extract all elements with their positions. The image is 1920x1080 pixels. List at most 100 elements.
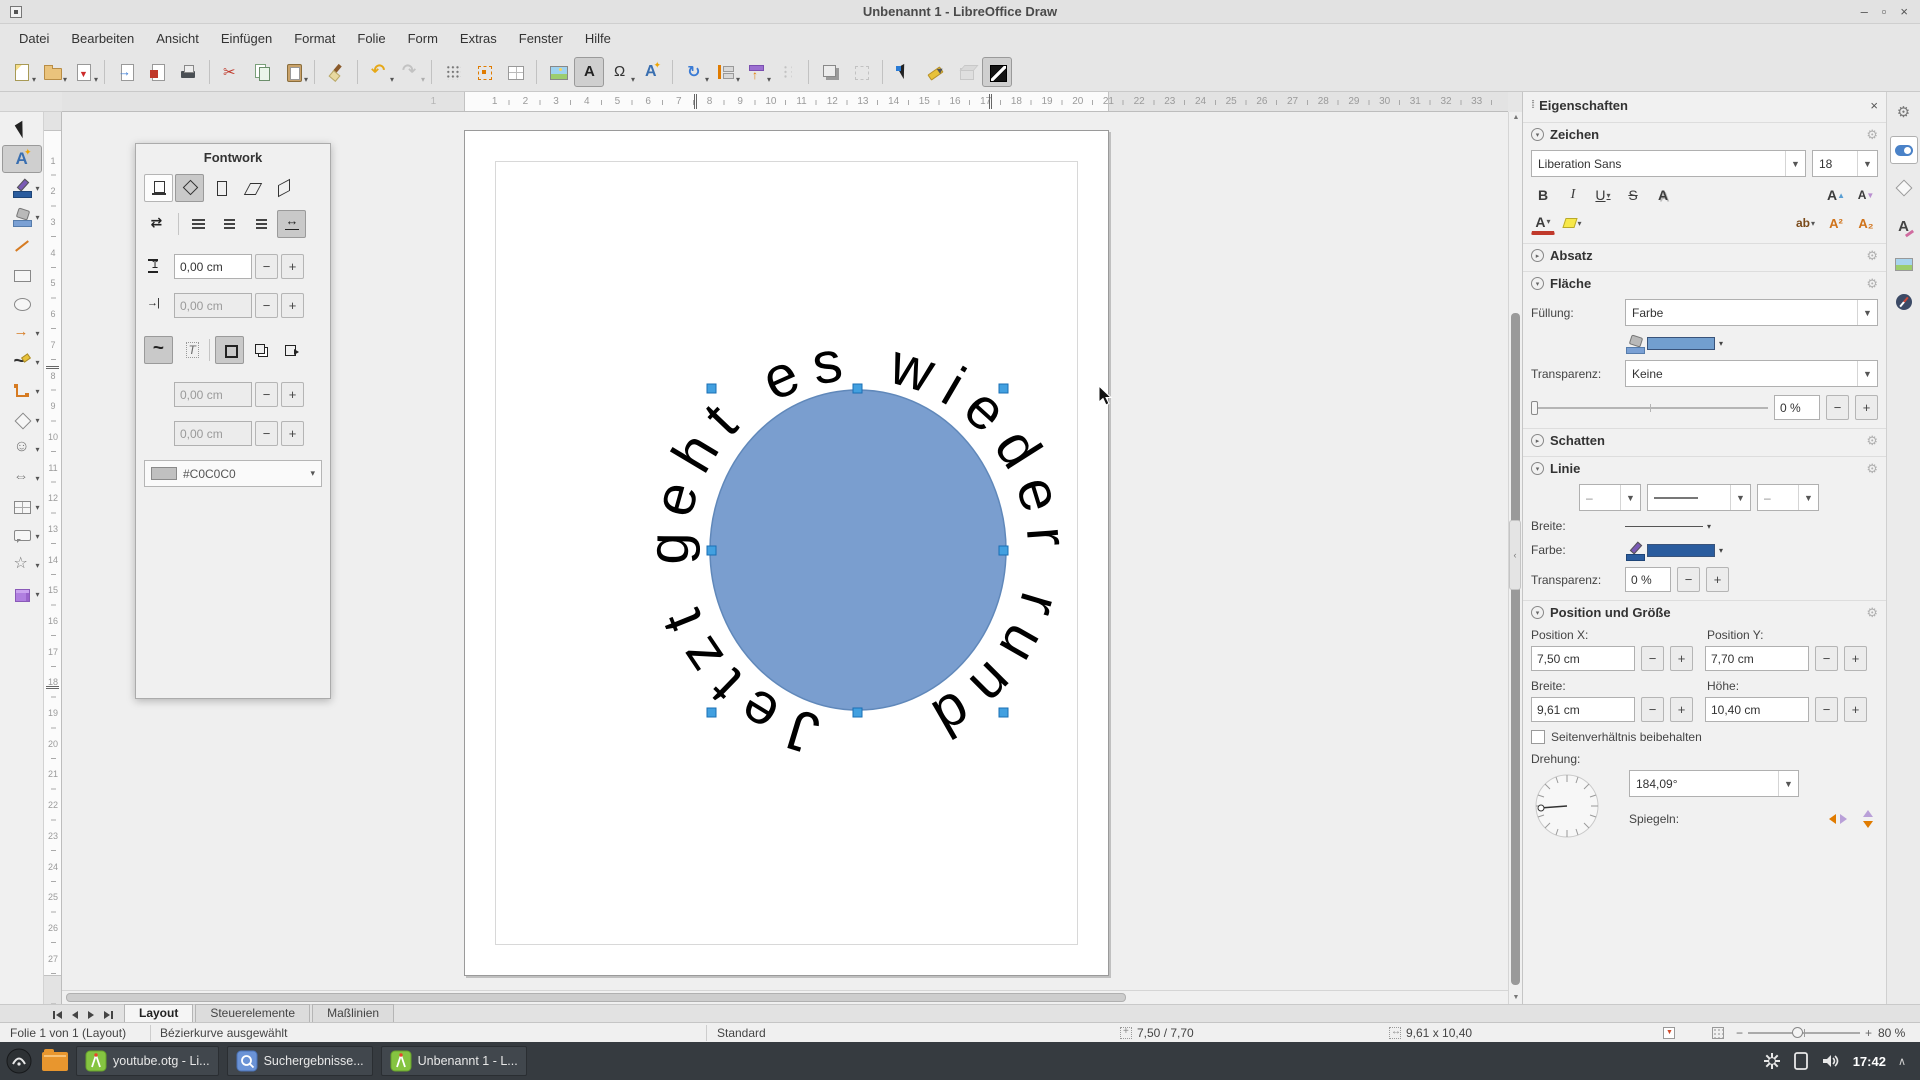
strikethrough-button[interactable]: S	[1621, 183, 1645, 207]
arrow-start-select[interactable]: –▼	[1579, 484, 1641, 511]
position-x-decrease-button[interactable]: −	[1641, 646, 1664, 671]
section-zeichen[interactable]: ▾ Zeichen ⚙	[1523, 122, 1886, 146]
distance-decrease-button[interactable]: −	[255, 254, 278, 279]
collapse-icon[interactable]: ▾	[1531, 606, 1544, 619]
dropdown-arrow-icon[interactable]: ▾	[631, 75, 635, 84]
fontwork-align-center-button[interactable]	[215, 210, 244, 238]
section-linie[interactable]: ▾ Linie ⚙	[1523, 456, 1886, 480]
menu-item[interactable]: Bearbeiten	[60, 27, 145, 50]
open-button[interactable]: ▾	[37, 57, 67, 87]
superscript-button[interactable]: A²	[1824, 211, 1848, 235]
arrow-end-select[interactable]: –▼	[1757, 484, 1819, 511]
gear-icon[interactable]: ⚙	[1866, 433, 1878, 449]
dropdown-arrow-icon[interactable]: ▾	[35, 387, 39, 396]
menu-item[interactable]: Einfügen	[210, 27, 283, 50]
chevron-down-icon[interactable]: ▼	[1730, 485, 1750, 510]
undo-button[interactable]: ▾	[364, 57, 394, 87]
chevron-down-icon[interactable]: ▼	[1857, 300, 1877, 325]
minimize-button[interactable]: –	[1861, 0, 1868, 24]
section-absatz[interactable]: ▸ Absatz ⚙	[1523, 243, 1886, 267]
menu-item[interactable]: Datei	[8, 27, 60, 50]
menu-item[interactable]: Hilfe	[574, 27, 622, 50]
sidebar-tab-navigator[interactable]	[1890, 288, 1918, 316]
menu-item[interactable]: Format	[283, 27, 346, 50]
dropdown-arrow-icon[interactable]: ▾	[767, 75, 771, 84]
dropdown-arrow-icon[interactable]: ▾	[736, 75, 740, 84]
fontwork-slant-shadow-button[interactable]	[277, 336, 306, 364]
height-decrease-button[interactable]: −	[1815, 697, 1838, 722]
position-x-increase-button[interactable]: +	[1670, 646, 1693, 671]
dropdown-arrow-icon[interactable]: ▾	[35, 329, 39, 338]
grow-font-button[interactable]: A▲	[1824, 183, 1848, 207]
position-y-field[interactable]: 7,70 cm	[1705, 646, 1809, 671]
dropdown-arrow-icon[interactable]: ▾	[390, 75, 394, 84]
previous-page-button[interactable]	[68, 1008, 82, 1021]
taskbar-window-suchergebnisse[interactable]: Suchergebnisse...	[227, 1046, 373, 1076]
vertical-scrollbar-thumb[interactable]	[1511, 313, 1520, 985]
width-decrease-button[interactable]: −	[1641, 697, 1664, 722]
paste-button[interactable]: ▾	[278, 57, 308, 87]
crop-button[interactable]	[846, 57, 876, 87]
height-increase-button[interactable]: +	[1844, 697, 1867, 722]
distribute-button[interactable]	[772, 57, 802, 87]
dropdown-arrow-icon[interactable]: ▾	[63, 75, 67, 84]
menu-item[interactable]: Extras	[449, 27, 508, 50]
fill-color-tool[interactable]: ▾	[2, 203, 42, 231]
bold-button[interactable]: B	[1531, 183, 1555, 207]
save-button[interactable]: ▾	[68, 57, 98, 87]
shadow-x-increase-button[interactable]: +	[281, 382, 304, 407]
horizontal-ruler[interactable]: 1 12345678910111213141516171819202122232…	[62, 92, 1508, 112]
symbol-shapes-tool[interactable]: ▾	[2, 435, 42, 463]
fill-type-select[interactable]: Farbe ▼	[1625, 299, 1878, 326]
menu-item[interactable]: Form	[397, 27, 449, 50]
collapse-icon[interactable]: ▸	[1531, 249, 1544, 262]
gear-icon[interactable]: ⚙	[1866, 605, 1878, 621]
line-color-tool[interactable]: ▾	[2, 174, 42, 202]
line-transparency-field[interactable]: 0 %	[1625, 567, 1671, 592]
position-x-field[interactable]: 7,50 cm	[1531, 646, 1635, 671]
rotation-angle-select[interactable]: 184,09° ▼	[1629, 770, 1799, 797]
clone-formatting-button[interactable]	[321, 57, 351, 87]
flip-horizontally-button[interactable]	[1860, 809, 1876, 829]
sidebar-tab-shapes[interactable]	[1890, 174, 1918, 202]
fontwork-style-upright-button[interactable]	[206, 174, 235, 202]
gear-icon[interactable]: ⚙	[1866, 127, 1878, 143]
dropdown-arrow-icon[interactable]: ▾	[421, 75, 425, 84]
document-modified-indicator[interactable]	[1663, 1023, 1675, 1043]
highlight-color-button[interactable]: ▾	[1561, 211, 1585, 235]
dropdown-arrow-icon[interactable]: ▾	[35, 590, 39, 599]
slider-knob[interactable]	[1531, 401, 1538, 415]
flowchart-shapes-tool[interactable]: ▾	[2, 493, 42, 521]
sidebar-collapse-grip[interactable]: ‹	[1509, 520, 1521, 590]
horizontal-scrollbar[interactable]	[62, 990, 1508, 1004]
shadow-y-decrease-button[interactable]: −	[255, 421, 278, 446]
line-transparency-increase-button[interactable]: +	[1706, 567, 1729, 592]
insert-fontwork-tool[interactable]	[2, 145, 42, 173]
fontwork-vertical-shadow-button[interactable]	[246, 336, 275, 364]
page-style[interactable]: Standard	[717, 1023, 766, 1043]
export-button[interactable]	[111, 57, 141, 87]
zoom-out-button[interactable]: −	[1736, 1026, 1743, 1040]
transformations-button[interactable]: ▾	[679, 57, 709, 87]
line-width-dropdown[interactable]: ▾	[1625, 522, 1711, 531]
distance-increase-button[interactable]: +	[281, 254, 304, 279]
zoom-slider[interactable]	[1748, 1026, 1860, 1040]
shadow-color-dropdown[interactable]: #C0C0C0 ▾	[144, 460, 322, 487]
snap-to-grid-button[interactable]	[469, 57, 499, 87]
fontwork-autosize-button[interactable]	[277, 210, 306, 238]
glue-points-button[interactable]	[920, 57, 950, 87]
ellipse-tool[interactable]	[2, 290, 42, 318]
section-position-groesse[interactable]: ▾ Position und Größe ⚙	[1523, 600, 1886, 624]
print-button[interactable]	[173, 57, 203, 87]
fontwork-orientation-button[interactable]	[144, 210, 173, 238]
font-color-button[interactable]: A▾	[1531, 211, 1555, 235]
vertical-ruler[interactable]: 1234567891011121314151617181920212223242…	[44, 112, 62, 1004]
basic-shapes-tool[interactable]: ▾	[2, 406, 42, 434]
dropdown-arrow-icon[interactable]: ▾	[35, 358, 39, 367]
block-arrows-tool[interactable]: ▾	[2, 464, 42, 492]
zoom-in-button[interactable]: +	[1865, 1026, 1872, 1040]
sidebar-settings-button[interactable]: ⚙	[1890, 98, 1918, 126]
shadow-button[interactable]	[815, 57, 845, 87]
section-flaeche[interactable]: ▾ Fläche ⚙	[1523, 271, 1886, 295]
volume-tray-icon[interactable]	[1821, 1052, 1841, 1070]
